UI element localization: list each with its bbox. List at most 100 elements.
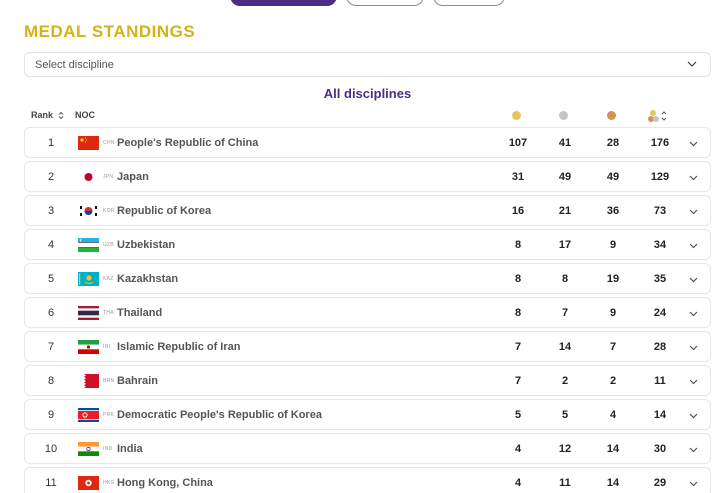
dprk-flag-icon — [78, 408, 99, 422]
silver-medal-icon — [559, 111, 568, 120]
total-count: 30 — [653, 443, 667, 455]
table-row[interactable]: 5 KAZ Kazakhstan 8 8 19 35 — [24, 263, 711, 294]
total-count: 14 — [653, 409, 667, 421]
chevron-down-icon[interactable] — [688, 376, 699, 387]
chevron-down-icon — [687, 61, 697, 67]
total-medals-icon[interactable] — [648, 109, 670, 123]
country-name: Hong Kong, China — [117, 477, 213, 489]
table-row[interactable]: 6 THA Thailand 8 7 9 24 — [24, 297, 711, 328]
silver-count: 17 — [558, 239, 572, 251]
noc-code: IND — [103, 446, 113, 452]
table-row[interactable]: 10 IND India 4 12 14 30 — [24, 433, 711, 464]
noc-code: IRI — [103, 344, 111, 350]
noc-header: NOC — [75, 110, 95, 120]
sort-icon — [58, 111, 63, 120]
rank-cell: 6 — [47, 307, 55, 319]
silver-count: 11 — [559, 477, 571, 489]
noc-code: JPN — [103, 174, 114, 180]
chevron-down-icon[interactable] — [688, 342, 699, 353]
silver-count: 7 — [561, 307, 569, 319]
country-name: India — [117, 443, 143, 455]
gold-count: 16 — [511, 205, 525, 217]
chevron-down-icon[interactable] — [688, 444, 699, 455]
country-name: People's Republic of China — [117, 137, 259, 149]
rank-cell: 7 — [47, 341, 55, 353]
top-tab-2[interactable] — [346, 0, 424, 6]
china-flag-icon — [78, 136, 99, 150]
rank-cell: 8 — [47, 375, 55, 387]
gold-count: 7 — [514, 375, 522, 387]
chevron-down-icon[interactable] — [688, 308, 699, 319]
page-title: MEDAL STANDINGS — [24, 22, 196, 41]
rank-cell: 1 — [47, 137, 55, 149]
total-count: 176 — [650, 137, 670, 149]
bronze-count: 9 — [609, 239, 617, 251]
country-name: Japan — [117, 171, 149, 183]
rank-cell: 11 — [45, 477, 57, 489]
table-row[interactable]: 1 CHN People's Republic of China 107 41 28 176 — [24, 127, 711, 158]
hong-kong-flag-icon — [78, 476, 99, 490]
rank-cell: 4 — [47, 239, 55, 251]
silver-count: 12 — [558, 443, 572, 455]
uzbekistan-flag-icon — [78, 238, 99, 252]
gold-count: 5 — [514, 409, 522, 421]
korea-flag-icon — [78, 204, 99, 218]
bronze-medal-icon — [607, 111, 616, 120]
total-count: 24 — [653, 307, 667, 319]
top-tab-active[interactable] — [230, 0, 337, 6]
gold-count: 107 — [508, 137, 528, 149]
rank-header[interactable]: Rank — [31, 110, 64, 120]
top-tab-3[interactable] — [433, 0, 505, 6]
chevron-down-icon[interactable] — [688, 274, 699, 285]
thailand-flag-icon — [78, 306, 99, 320]
rank-cell: 5 — [47, 273, 55, 285]
total-count: 11 — [654, 375, 666, 387]
table-row[interactable]: 4 UZB Uzbekistan 8 17 9 34 — [24, 229, 711, 260]
rank-cell: 2 — [47, 171, 55, 183]
bronze-count: 7 — [609, 341, 617, 353]
gold-count: 4 — [514, 477, 522, 489]
table-row[interactable]: 3 KOR Republic of Korea 16 21 36 73 — [24, 195, 711, 226]
table-row[interactable]: 2 JPN Japan 31 49 49 129 — [24, 161, 711, 192]
silver-count: 2 — [561, 375, 569, 387]
silver-count: 21 — [558, 205, 572, 217]
noc-code: KOR — [103, 208, 115, 214]
country-name: Islamic Republic of Iran — [117, 341, 241, 353]
japan-flag-icon — [78, 170, 99, 184]
discipline-select-placeholder: Select discipline — [35, 59, 114, 71]
chevron-down-icon[interactable] — [688, 478, 699, 489]
total-count: 34 — [653, 239, 667, 251]
bronze-count: 4 — [609, 409, 617, 421]
bahrain-flag-icon — [78, 374, 99, 388]
chevron-down-icon[interactable] — [688, 410, 699, 421]
country-name: Republic of Korea — [117, 205, 212, 217]
silver-count: 5 — [561, 409, 569, 421]
bronze-count: 19 — [606, 273, 620, 285]
chevron-down-icon[interactable] — [688, 206, 699, 217]
india-flag-icon — [78, 442, 99, 456]
total-count: 29 — [653, 477, 667, 489]
table-row[interactable]: 11 HKG Hong Kong, China 4 11 14 29 — [24, 467, 711, 493]
rank-cell: 9 — [47, 409, 55, 421]
bronze-count: 49 — [606, 171, 620, 183]
bronze-count: 14 — [606, 443, 620, 455]
table-row[interactable]: 8 BRN Bahrain 7 2 2 11 — [24, 365, 711, 396]
noc-code: THA — [103, 310, 114, 316]
noc-code: UZB — [103, 242, 114, 248]
table-row[interactable]: 7 IRI Islamic Republic of Iran 7 14 7 28 — [24, 331, 711, 362]
iran-flag-icon — [78, 340, 99, 354]
gold-count: 8 — [514, 273, 522, 285]
gold-count: 8 — [514, 307, 522, 319]
noc-code: HKG — [103, 480, 115, 486]
kazakhstan-flag-icon — [78, 272, 99, 286]
country-name: Bahrain — [117, 375, 158, 387]
bronze-count: 28 — [606, 137, 620, 149]
chevron-down-icon[interactable] — [688, 240, 699, 251]
rank-cell: 3 — [47, 205, 55, 217]
chevron-down-icon[interactable] — [688, 172, 699, 183]
bronze-count: 2 — [609, 375, 617, 387]
chevron-down-icon[interactable] — [688, 138, 699, 149]
silver-count: 14 — [558, 341, 572, 353]
discipline-select[interactable]: Select discipline — [24, 52, 711, 77]
table-row[interactable]: 9 PRK Democratic People's Republic of Kore… — [24, 399, 711, 430]
